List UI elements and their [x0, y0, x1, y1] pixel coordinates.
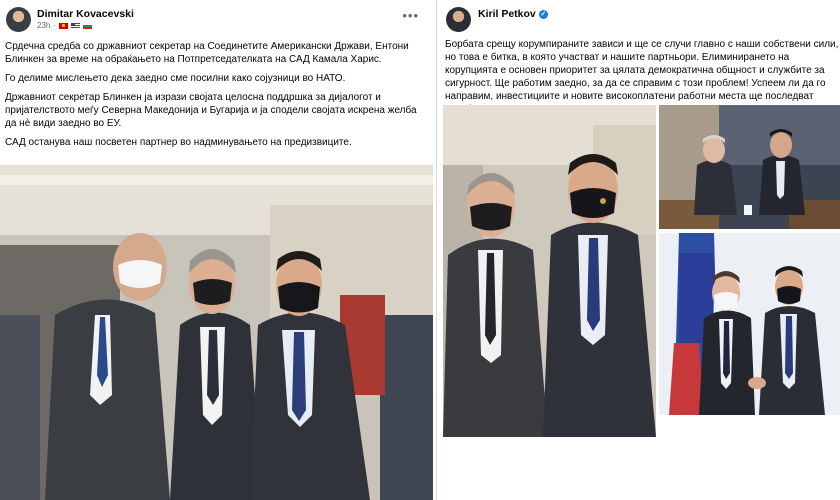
post-photo-main[interactable] [443, 105, 656, 437]
post-header: Kiril Petkov ✓ [437, 0, 840, 36]
post-photo-meeting[interactable] [659, 105, 840, 229]
author-name[interactable]: Dimitar Kovacevski [37, 8, 134, 20]
post-meta: 23h · [37, 21, 93, 30]
verified-badge-icon: ✓ [538, 10, 548, 19]
bulgaria-flag-icon [83, 22, 93, 29]
post-kiril-petkov: Kiril Petkov ✓ Борбата срещу корумпиранит… [436, 0, 840, 500]
post-dimitar-kovacevski: Dimitar Kovacevski 23h · ••• Срдечна сре… [0, 0, 433, 500]
post-body-text: Срдечна средба со државниот секретар на … [5, 40, 430, 155]
post-paragraph: Срдечна средба со државниот секретар на … [5, 41, 409, 65]
post-paragraph: Државниот секретар Блинкен ја изрази сво… [5, 92, 417, 129]
post-photo[interactable] [0, 165, 433, 500]
author-avatar[interactable] [446, 7, 471, 32]
post-photo-handshake[interactable] [659, 233, 840, 415]
macedonia-flag-icon [59, 22, 69, 29]
post-header: Dimitar Kovacevski 23h · ••• [0, 0, 433, 36]
author-avatar[interactable] [6, 7, 31, 32]
more-options-icon[interactable]: ••• [402, 8, 419, 23]
post-paragraph: САД останува наш посветен партнер во над… [5, 137, 352, 148]
us-flag-icon [71, 22, 81, 29]
author-name[interactable]: Kiril Petkov ✓ [478, 8, 548, 20]
post-paragraph: Го делиме мислењето дека заедно сме поси… [5, 73, 346, 84]
post-time[interactable]: 23h [37, 21, 50, 30]
